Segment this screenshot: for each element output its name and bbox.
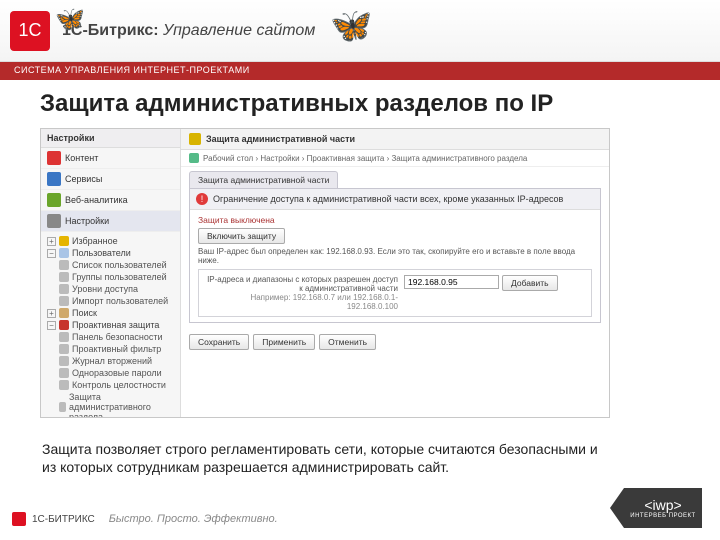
lock-icon <box>189 133 201 145</box>
tree-proactive-log[interactable]: Журнал вторжений <box>45 355 176 367</box>
footer-slogan: Быстро. Просто. Эффективно. <box>109 513 278 525</box>
ip-field-hint: Например: 192.168.0.7 или 192.168.0.1-19… <box>204 293 398 311</box>
apply-button[interactable]: Применить <box>253 334 315 350</box>
tree-users[interactable]: −Пользователи <box>45 247 176 259</box>
ip-field-label: IP-адреса и диапазоны с которых разрешен… <box>204 275 398 293</box>
butterfly-icon: 🦋 <box>330 6 372 46</box>
page-icon <box>59 296 69 306</box>
tree-users-access[interactable]: Уровни доступа <box>45 283 176 295</box>
page-icon <box>59 356 69 366</box>
sidebar-tree: +Избранное −Пользователи Список пользова… <box>41 232 180 418</box>
content-icon <box>47 151 61 165</box>
tree-proactive-panel[interactable]: Панель безопасности <box>45 331 176 343</box>
tabbar: Защита административной части <box>181 167 609 188</box>
warning-icon: ! <box>196 193 208 205</box>
product-title: 1С-Битрикс: Управление сайтом <box>62 22 315 40</box>
save-button[interactable]: Сохранить <box>189 334 249 350</box>
page-title: Защита административной части <box>181 129 609 150</box>
product-logo: 1C <box>10 11 50 51</box>
product-header: 1C 🦋 1С-Битрикс: Управление сайтом 🦋 <box>0 0 720 62</box>
tab-body: ! Ограничение доступа к административной… <box>189 188 601 323</box>
sidebar: Настройки Контент Сервисы Веб-аналитика … <box>41 129 181 417</box>
star-icon <box>59 236 69 246</box>
analytics-icon <box>47 193 61 207</box>
main-panel: Защита административной части Рабочий ст… <box>181 129 609 417</box>
enable-protection-button[interactable]: Включить защиту <box>198 228 285 244</box>
search-icon <box>59 308 69 318</box>
add-ip-button[interactable]: Добавить <box>502 275 558 291</box>
sidebar-item-settings[interactable]: Настройки <box>41 211 180 232</box>
page-icon <box>59 344 69 354</box>
page-icon <box>59 402 66 412</box>
butterfly-icon: 🦋 <box>55 5 85 34</box>
tree-proactive-otp[interactable]: Одноразовые пароли <box>45 367 176 379</box>
ip-field-row: IP-адреса и диапазоны с которых разрешен… <box>198 269 592 317</box>
page-icon <box>59 260 69 270</box>
page-icon <box>59 272 69 282</box>
footer-brand: 1С-БИТРИКС <box>32 514 95 525</box>
tree-proactive-adminsec[interactable]: Защита административного раздела <box>45 391 176 418</box>
settings-icon <box>47 214 61 228</box>
protection-status: Защита выключена <box>198 215 592 225</box>
ip-notice: Ваш IP-адрес был определен как: 192.168.… <box>198 247 592 265</box>
tree-users-import[interactable]: Импорт пользователей <box>45 295 176 307</box>
ip-input[interactable] <box>404 275 499 289</box>
footer-logo-icon <box>12 512 26 526</box>
page-icon <box>59 380 69 390</box>
product-tagline: СИСТЕМА УПРАВЛЕНИЯ ИНТЕРНЕТ-ПРОЕКТАМИ <box>0 62 720 80</box>
users-icon <box>59 248 69 258</box>
tree-users-list[interactable]: Список пользователей <box>45 259 176 271</box>
sidebar-item-services[interactable]: Сервисы <box>41 169 180 190</box>
sidebar-item-analytics[interactable]: Веб-аналитика <box>41 190 180 211</box>
page-icon <box>59 332 69 342</box>
page-icon <box>59 284 69 294</box>
tree-users-groups[interactable]: Группы пользователей <box>45 271 176 283</box>
tree-proactive-filter[interactable]: Проактивный фильтр <box>45 343 176 355</box>
cancel-button[interactable]: Отменить <box>319 334 376 350</box>
page-icon <box>59 368 69 378</box>
slide-title: Защита административных разделов по IP <box>40 90 680 118</box>
shield-icon <box>59 320 69 330</box>
sidebar-item-content[interactable]: Контент <box>41 148 180 169</box>
iwp-badge: <iwp> ИНТЕРВЕБ ПРОЕКТ <box>624 488 702 528</box>
tab-warning: ! Ограничение доступа к административной… <box>190 189 600 210</box>
services-icon <box>47 172 61 186</box>
tree-proactive[interactable]: −Проактивная защита <box>45 319 176 331</box>
home-icon <box>189 153 199 163</box>
tree-favorites[interactable]: +Избранное <box>45 235 176 247</box>
slide-caption: Защита позволяет строго регламентировать… <box>42 440 602 476</box>
breadcrumb: Рабочий стол › Настройки › Проактивная з… <box>181 150 609 167</box>
tree-search[interactable]: +Поиск <box>45 307 176 319</box>
admin-screenshot: Настройки Контент Сервисы Веб-аналитика … <box>40 128 610 418</box>
sidebar-section-header: Настройки <box>41 129 180 148</box>
tree-proactive-integrity[interactable]: Контроль целостности <box>45 379 176 391</box>
tab-admin-protection[interactable]: Защита административной части <box>189 171 338 188</box>
